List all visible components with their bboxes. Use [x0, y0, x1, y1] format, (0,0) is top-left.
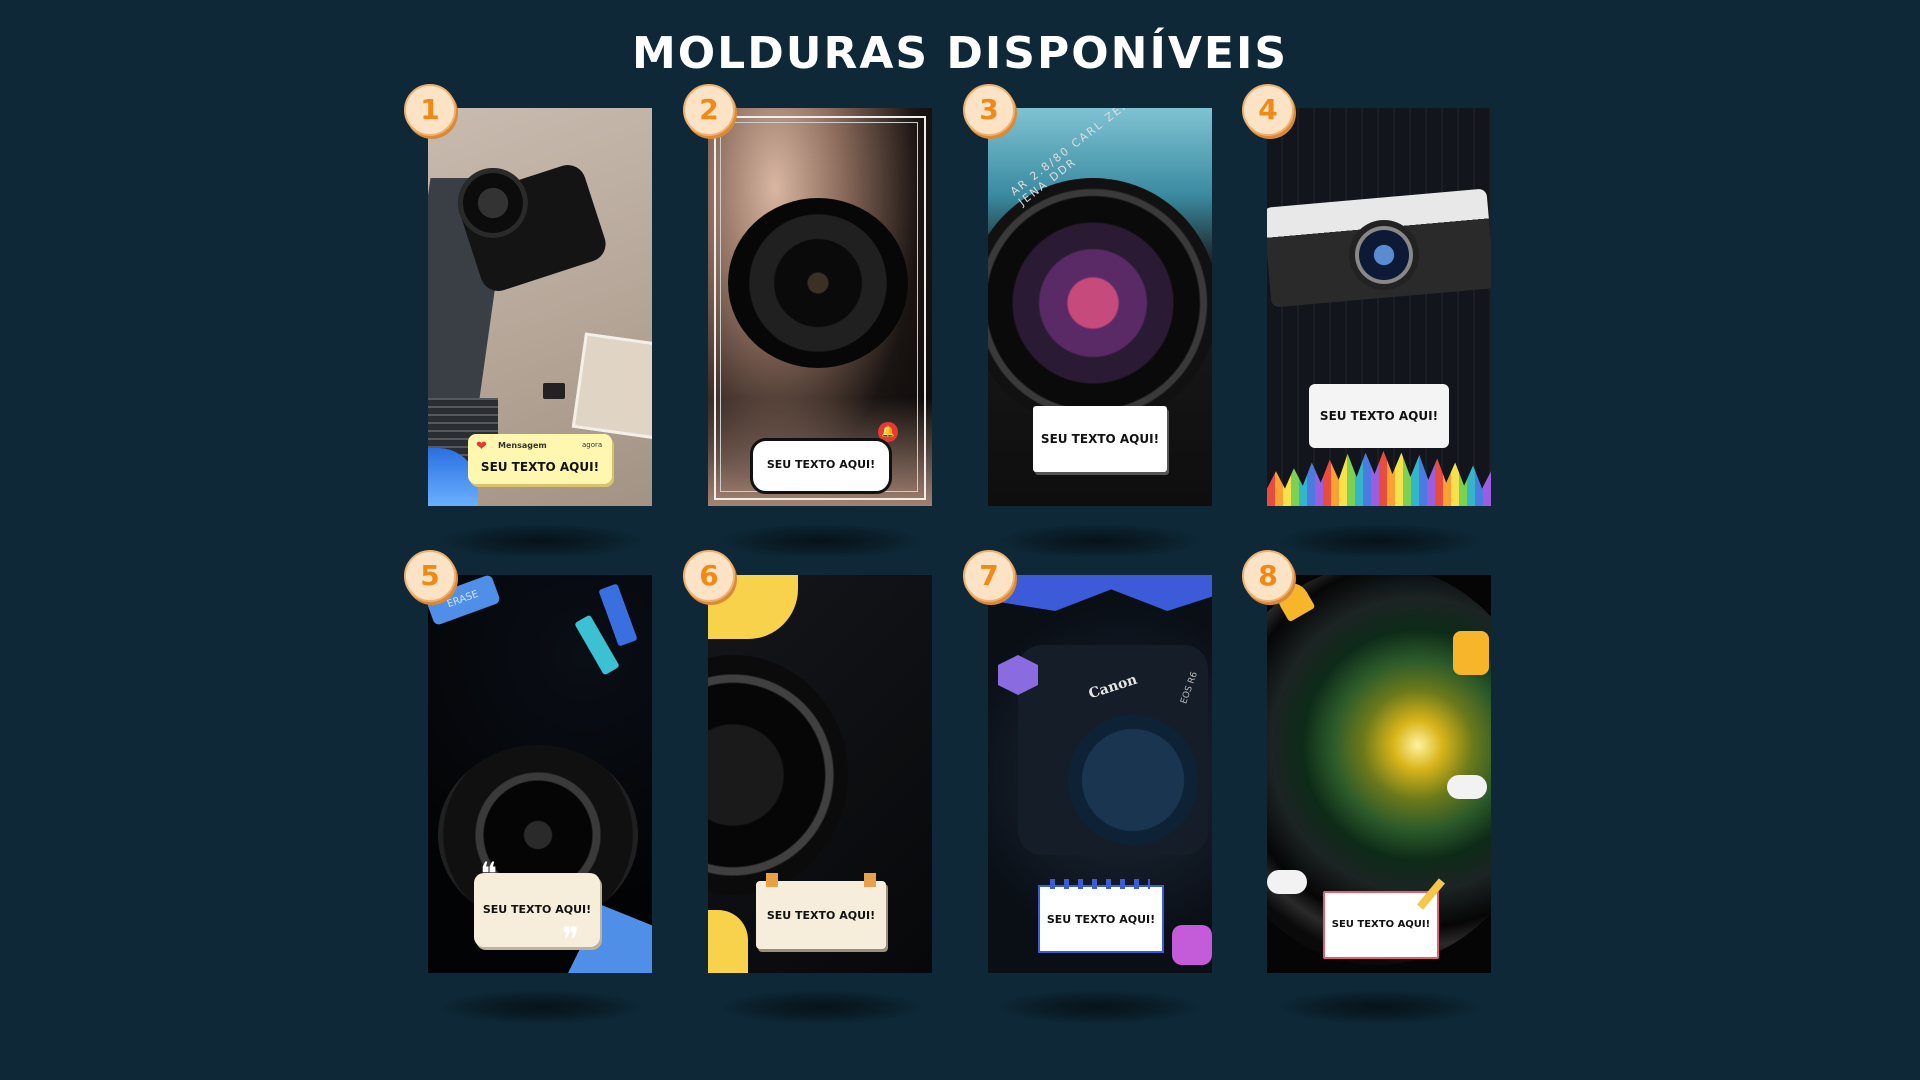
sd-card-image	[543, 383, 565, 399]
card-shadow	[721, 524, 921, 558]
card-shadow	[441, 524, 641, 558]
frame-number-badge: 8	[1242, 550, 1294, 602]
caption-text[interactable]: SEU TEXTO AQUI!	[1309, 409, 1449, 423]
camera-lens-image	[988, 178, 1212, 428]
card-shadow	[721, 990, 921, 1024]
frame-number-badge: 3	[963, 84, 1015, 136]
photo-print-image	[571, 332, 652, 440]
cloud-icon	[1267, 870, 1307, 894]
caption-text[interactable]: SEU TEXTO AQUI!	[1325, 919, 1437, 930]
caption-text[interactable]: SEU TEXTO AQUI!	[474, 903, 600, 916]
frame-card-5[interactable]: ERASE SEU TEXTO AQUI! ❝ ❞	[428, 575, 652, 973]
caption-box: SEU TEXTO AQUI!	[1033, 406, 1167, 472]
quote-marks-icon: ❝	[480, 855, 498, 893]
frame-number-badge: 4	[1242, 84, 1294, 136]
card-shadow	[441, 990, 641, 1024]
caption-box: SEU TEXTO AQUI!	[756, 873, 886, 949]
frame-card-8[interactable]: SEU TEXTO AQUI!	[1267, 575, 1491, 973]
frame-number-badge: 6	[683, 550, 735, 602]
frame-number-badge: 7	[963, 550, 1015, 602]
card-shadow	[999, 990, 1199, 1024]
notification-box: ❤ Mensagem agora SEU TEXTO AQUI!	[468, 434, 612, 484]
frame-card-6[interactable]: SEU TEXTO AQUI!	[708, 575, 932, 973]
notification-label: Mensagem	[498, 441, 547, 450]
frame-card-4[interactable]: SEU TEXTO AQUI!	[1267, 108, 1491, 506]
card-shadow	[999, 524, 1199, 558]
card-shadow	[1279, 524, 1479, 558]
camera-lens-image	[458, 168, 528, 238]
frame-number-badge: 2	[683, 84, 735, 136]
frame-card-1[interactable]: ❤ Mensagem agora SEU TEXTO AQUI!	[428, 108, 652, 506]
spiral-decoration	[1050, 879, 1150, 889]
frame-number-badge: 5	[404, 550, 456, 602]
caption-text[interactable]: SEU TEXTO AQUI!	[753, 458, 889, 471]
backpack-icon	[1172, 925, 1212, 965]
notepad-icon: SEU TEXTO AQUI!	[1038, 879, 1164, 953]
tape-decoration	[766, 873, 778, 887]
caption-text[interactable]: SEU TEXTO AQUI!	[1033, 432, 1167, 446]
quote-marks-icon: ❞	[562, 920, 580, 958]
caption-text[interactable]: SEU TEXTO AQUI!	[468, 460, 612, 474]
notification-time: agora	[582, 441, 603, 449]
speech-bubble: SEU TEXTO AQUI!	[750, 438, 892, 494]
heart-icon: ❤	[476, 439, 487, 454]
tape-decoration	[864, 873, 876, 887]
caption-text[interactable]: SEU TEXTO AQUI!	[1040, 913, 1162, 926]
frame-card-2[interactable]: 🔔 SEU TEXTO AQUI!	[708, 108, 932, 506]
frames-grid: 1 ❤ Mensagem agora SEU TEXTO AQUI! 2 🔔 S…	[0, 0, 1920, 1080]
frame-card-3[interactable]: AR 2.8/80 CARL ZEISS JENA DDR SEU TEXTO …	[988, 108, 1212, 506]
card-shadow	[1279, 990, 1479, 1024]
eraser-text: ERASE	[445, 588, 480, 611]
caption-box: SEU TEXTO AQUI!	[1309, 384, 1449, 448]
cloud-icon	[1447, 775, 1487, 799]
caption-text[interactable]: SEU TEXTO AQUI!	[756, 909, 886, 922]
camera-mount-image	[1068, 715, 1198, 845]
backpack-icon	[1453, 631, 1489, 675]
frame-number-badge: 1	[404, 84, 456, 136]
frame-card-7[interactable]: Canon EOS R6 SEU TEXTO AQUI!	[988, 575, 1212, 973]
camera-lens-image	[1349, 220, 1419, 290]
